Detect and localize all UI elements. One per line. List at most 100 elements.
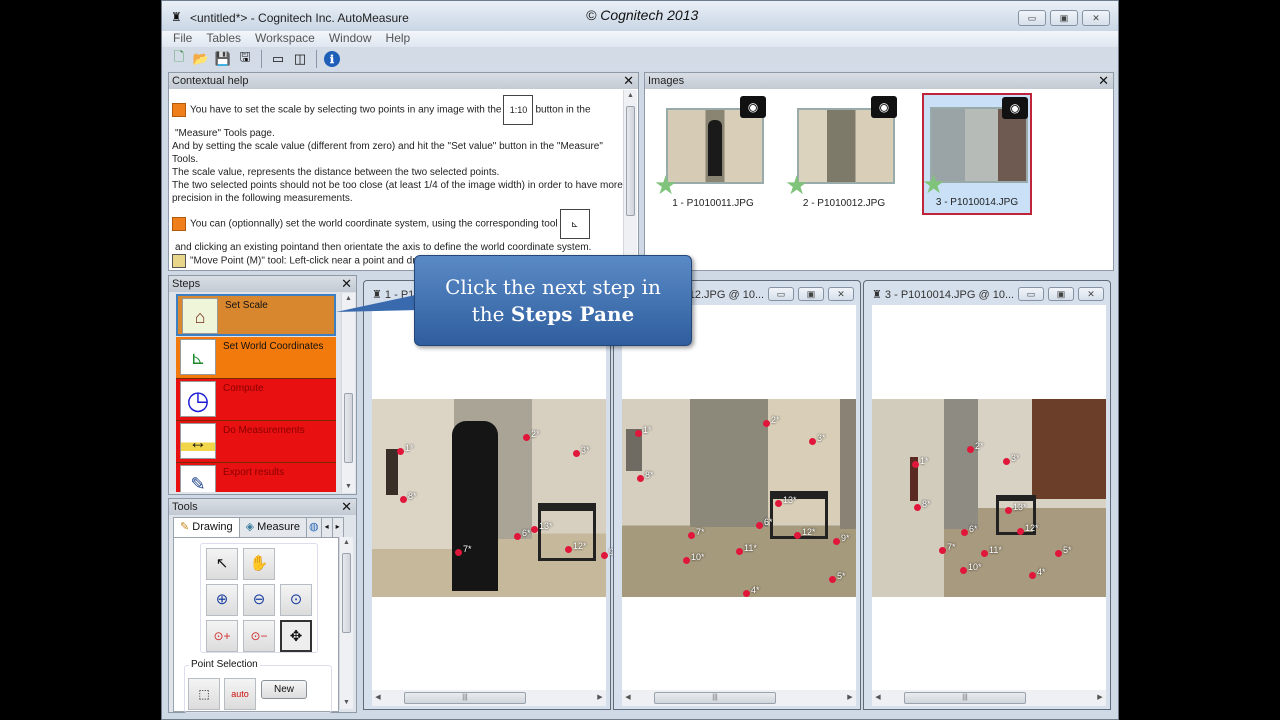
- image-canvas[interactable]: 1* 2* 3* 8* 13* 6* 12* 7* 9: [372, 305, 614, 690]
- menu-help[interactable]: Help: [386, 31, 411, 47]
- image-thumbnail[interactable]: ◉ ★ 1 - P1010011.JPG: [654, 94, 768, 216]
- image-canvas[interactable]: 1* 2* 3* 8* 13* 6* 7* 12* 9* 11* 10* 5* 4*: [622, 305, 856, 690]
- scroll-up-arrow[interactable]: ▲: [340, 537, 353, 549]
- point-marker[interactable]: [736, 548, 743, 555]
- point-marker[interactable]: [573, 450, 580, 457]
- menu-tables[interactable]: Tables: [206, 31, 241, 47]
- scroll-left-arrow[interactable]: ◀: [372, 690, 384, 706]
- close-button[interactable]: ✕: [1082, 10, 1110, 26]
- point-marker[interactable]: [683, 557, 690, 564]
- point-marker[interactable]: [455, 549, 462, 556]
- select-tool-button[interactable]: ↖: [206, 548, 238, 580]
- point-marker[interactable]: [912, 461, 919, 468]
- minimize-button[interactable]: ▭: [768, 287, 794, 301]
- point-marker[interactable]: [939, 547, 946, 554]
- close-button[interactable]: ✕: [828, 287, 854, 301]
- scroll-right-arrow[interactable]: ▶: [1094, 690, 1106, 706]
- info-icon[interactable]: ℹ: [324, 51, 340, 67]
- close-icon[interactable]: ✕: [623, 73, 634, 89]
- pan-tool-button[interactable]: ✋: [243, 548, 275, 580]
- scroll-left-arrow[interactable]: ◀: [872, 690, 884, 706]
- scroll-up-arrow[interactable]: ▲: [624, 90, 637, 102]
- point-marker[interactable]: [400, 496, 407, 503]
- step-export-results[interactable]: ✎ Export results: [176, 463, 336, 492]
- scroll-down-arrow[interactable]: ▼: [342, 481, 355, 493]
- point-marker[interactable]: [1055, 550, 1062, 557]
- zoom-in-button[interactable]: ⊕: [206, 584, 238, 616]
- minimize-button[interactable]: ▭: [1018, 10, 1046, 26]
- menu-workspace[interactable]: Workspace: [255, 31, 315, 47]
- tab-drawing[interactable]: ✎ Drawing: [173, 517, 240, 538]
- maximize-button[interactable]: ▣: [798, 287, 824, 301]
- horizontal-scrollbar[interactable]: ◀ ||| ▶: [372, 690, 606, 706]
- close-button[interactable]: ✕: [1078, 287, 1104, 301]
- point-marker[interactable]: [809, 438, 816, 445]
- close-icon[interactable]: ✕: [1098, 73, 1109, 89]
- select-region-button[interactable]: ⬚: [188, 678, 220, 710]
- scroll-left-arrow[interactable]: ◀: [622, 690, 634, 706]
- point-marker[interactable]: [981, 550, 988, 557]
- point-marker[interactable]: [514, 533, 521, 540]
- image-thumbnail-selected[interactable]: ◉ ★ 3 - P1010014.JPG: [922, 93, 1032, 215]
- new-button[interactable]: New: [261, 680, 307, 699]
- point-marker[interactable]: [960, 567, 967, 574]
- point-marker[interactable]: [967, 446, 974, 453]
- scroll-right-arrow[interactable]: ▶: [594, 690, 606, 706]
- scroll-thumb[interactable]: [342, 553, 351, 633]
- point-marker[interactable]: [637, 475, 644, 482]
- auto-select-button[interactable]: auto: [224, 678, 256, 710]
- point-marker[interactable]: [914, 504, 921, 511]
- zoom-fit-button[interactable]: ⊙: [280, 584, 312, 616]
- tools-scrollbar[interactable]: ▲ ▼: [339, 537, 353, 709]
- scroll-thumb[interactable]: [344, 393, 353, 463]
- point-marker[interactable]: [565, 546, 572, 553]
- step-compute[interactable]: ◷ Compute: [176, 379, 336, 421]
- point-marker[interactable]: [961, 529, 968, 536]
- open-icon[interactable]: 📂: [192, 50, 210, 68]
- layout-horizontal-icon[interactable]: ▭: [269, 50, 287, 68]
- minimize-button[interactable]: ▭: [1018, 287, 1044, 301]
- point-marker[interactable]: [601, 552, 608, 559]
- maximize-button[interactable]: ▣: [1050, 10, 1078, 26]
- scroll-thumb[interactable]: |||: [654, 692, 776, 704]
- image-canvas[interactable]: 1* 2* 3* 8* 13* 6* 12* 7* 11* 5* 10* 4*: [872, 305, 1106, 690]
- point-marker[interactable]: [1003, 458, 1010, 465]
- steps-scrollbar[interactable]: ▲ ▼: [341, 293, 355, 493]
- step-do-measurements[interactable]: ↔ Do Measurements: [176, 421, 336, 463]
- point-marker[interactable]: [794, 532, 801, 539]
- zoom-out-button[interactable]: ⊖: [243, 584, 275, 616]
- point-marker[interactable]: [763, 420, 770, 427]
- menu-window[interactable]: Window: [329, 31, 372, 47]
- point-marker[interactable]: [829, 576, 836, 583]
- image-thumbnail[interactable]: ◉ ★ 2 - P1010012.JPG: [785, 94, 899, 216]
- scroll-down-arrow[interactable]: ▼: [340, 697, 353, 709]
- point-marker[interactable]: [635, 430, 642, 437]
- tab-scroll-right[interactable]: ▸: [331, 517, 344, 537]
- point-marker[interactable]: [523, 434, 530, 441]
- scroll-right-arrow[interactable]: ▶: [844, 690, 856, 706]
- remove-point-button[interactable]: ⊙−: [243, 620, 275, 652]
- add-point-button[interactable]: ⊙+: [206, 620, 238, 652]
- point-marker[interactable]: [775, 500, 782, 507]
- scroll-thumb[interactable]: [626, 106, 635, 216]
- step-set-scale[interactable]: ⌂ Set Scale: [176, 294, 336, 336]
- help-scrollbar[interactable]: ▲ ▼: [623, 90, 637, 269]
- point-marker[interactable]: [397, 448, 404, 455]
- point-marker[interactable]: [1029, 572, 1036, 579]
- horizontal-scrollbar[interactable]: ◀ ||| ▶: [872, 690, 1106, 706]
- point-marker[interactable]: [743, 590, 750, 597]
- tab-more[interactable]: ◍: [305, 517, 322, 537]
- point-marker[interactable]: [1005, 507, 1012, 514]
- scroll-thumb[interactable]: |||: [904, 692, 1026, 704]
- point-marker[interactable]: [756, 522, 763, 529]
- layout-vertical-icon[interactable]: ◫: [291, 50, 309, 68]
- point-marker[interactable]: [688, 532, 695, 539]
- save-icon[interactable]: 💾: [214, 50, 232, 68]
- menu-file[interactable]: File: [173, 31, 192, 47]
- point-marker[interactable]: [833, 538, 840, 545]
- point-marker[interactable]: [1017, 528, 1024, 535]
- new-icon[interactable]: 🗋: [170, 49, 188, 68]
- step-set-world-coordinates[interactable]: ⊾ Set World Coordinates: [176, 337, 336, 379]
- save-as-icon[interactable]: 🖫: [236, 49, 254, 68]
- point-marker[interactable]: [531, 526, 538, 533]
